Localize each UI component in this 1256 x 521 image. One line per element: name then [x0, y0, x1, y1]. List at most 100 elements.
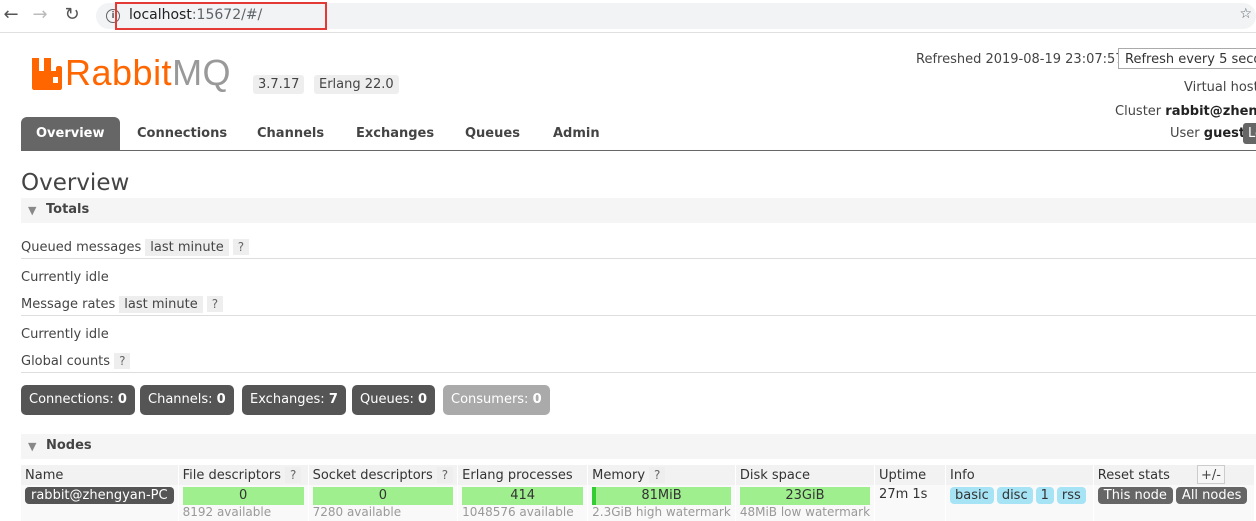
tab-admin[interactable]: Admin: [553, 117, 600, 150]
nodes-section-toggle[interactable]: ▼ Nodes: [21, 434, 1256, 459]
rates-status: Currently idle: [21, 327, 109, 342]
logo-wordmark: RabbitMQ: [65, 52, 231, 94]
count-label: Channels:: [148, 392, 213, 407]
memory-cell: 81MiB 2.3GiB high watermark: [587, 485, 736, 521]
url-highlight-box: [115, 2, 327, 30]
count-label: Queues:: [360, 392, 414, 407]
count-value: 7: [328, 392, 338, 407]
refreshed-timestamp: Refreshed 2019-08-19 23:07:57: [916, 52, 1124, 67]
col-label: File descriptors: [182, 468, 282, 483]
count-label: Consumers:: [451, 392, 529, 407]
tab-queues[interactable]: Queues: [465, 117, 520, 150]
forward-arrow-icon[interactable]: →: [29, 4, 51, 26]
file-descriptors-cell: 0 8192 available: [178, 485, 309, 521]
help-button[interactable]: ?: [436, 467, 454, 483]
columns-toggle-button[interactable]: +/-: [1197, 465, 1225, 484]
erlang-processes-bar: 414: [462, 487, 584, 505]
erlang-version-badge: Erlang 22.0: [314, 75, 399, 94]
queued-status: Currently idle: [21, 270, 109, 285]
bookmark-star-icon[interactable]: ☆: [1239, 6, 1252, 22]
info-badge-count: 1: [1035, 487, 1054, 504]
virtual-host-label: Virtual host: [1184, 80, 1256, 95]
memory-used-fill: [592, 487, 597, 505]
rates-help-button[interactable]: ?: [206, 296, 224, 312]
col-label: Socket descriptors: [312, 468, 433, 483]
node-name-link[interactable]: rabbit@zhengyan-PC: [25, 487, 174, 504]
memory-bar: 81MiB: [592, 487, 731, 505]
col-file-descriptors: File descriptors?: [178, 465, 309, 485]
back-arrow-icon[interactable]: ←: [0, 4, 22, 26]
count-value: 0: [418, 392, 428, 407]
queued-help-button[interactable]: ?: [232, 239, 250, 255]
collapse-triangle-icon: ▼: [28, 204, 37, 217]
tab-overview[interactable]: Overview: [21, 117, 120, 150]
main-tabs: Overview Connections Channels Exchanges …: [21, 117, 1256, 151]
refresh-interval-select[interactable]: Refresh every 5 seconds: [1118, 48, 1256, 69]
global-counts-help-button[interactable]: ?: [114, 353, 131, 369]
memory-value: 81MiB: [641, 488, 682, 503]
logo-mq-text: MQ: [172, 52, 232, 93]
socket-descriptors-bar: 0: [312, 487, 454, 505]
page-title: Overview: [21, 170, 130, 196]
count-value: 0: [117, 392, 127, 407]
queued-range-select[interactable]: last minute: [145, 239, 229, 256]
rates-range-select[interactable]: last minute: [119, 296, 203, 313]
help-button[interactable]: ?: [285, 467, 302, 483]
message-rates-row: Message rates last minute?: [21, 296, 224, 313]
col-erlang-processes: Erlang processes: [457, 465, 589, 485]
connections-count-button[interactable]: Connections: 0: [21, 385, 135, 415]
col-uptime: Uptime: [874, 465, 947, 485]
totals-header: Totals: [46, 202, 90, 217]
divider: [21, 258, 1256, 259]
file-descriptors-bar: 0: [182, 487, 304, 505]
col-reset-stats: Reset stats: [1093, 465, 1256, 485]
table-row: rabbit@zhengyan-PC 0 8192 available 0 7280…: [21, 485, 1256, 521]
global-counts-row: Global counts?: [21, 353, 131, 369]
consumers-count-button[interactable]: Consumers: 0: [443, 385, 550, 415]
reset-stats-cell: This node All nodes: [1093, 485, 1256, 521]
count-label: Exchanges:: [250, 392, 325, 407]
node-name-cell: rabbit@zhengyan-PC: [21, 485, 179, 521]
divider: [21, 315, 1256, 316]
reload-icon[interactable]: ↻: [61, 4, 83, 26]
queued-messages-label: Queued messages: [21, 240, 142, 255]
tab-channels[interactable]: Channels: [257, 117, 324, 150]
info-badge-rss: rss: [1056, 487, 1086, 504]
collapse-triangle-icon: ▼: [28, 440, 37, 453]
table-header-row: Name File descriptors? Socket descriptor…: [21, 465, 1256, 485]
divider: [21, 372, 1256, 373]
message-rates-label: Message rates: [21, 297, 116, 312]
count-label: Connections:: [29, 392, 114, 407]
reset-all-nodes-button[interactable]: All nodes: [1175, 487, 1248, 504]
help-button[interactable]: ?: [649, 467, 666, 483]
erlang-processes-cell: 414 1048576 available: [457, 485, 589, 521]
socket-descriptors-cell: 0 7280 available: [308, 485, 459, 521]
nodes-table: Name File descriptors? Socket descriptor…: [21, 465, 1256, 521]
nodes-header: Nodes: [46, 438, 92, 453]
info-cell: basic disc 1 rss: [945, 485, 1094, 521]
channels-count-button[interactable]: Channels: 0: [140, 385, 234, 415]
rabbitmq-version-badge: 3.7.17: [253, 75, 305, 94]
tab-exchanges[interactable]: Exchanges: [356, 117, 434, 150]
col-memory: Memory?: [587, 465, 736, 485]
info-badge-disc: disc: [996, 487, 1033, 504]
info-badge-basic: basic: [950, 487, 994, 504]
col-info: Info: [945, 465, 1094, 485]
browser-toolbar: ← → ↻ i localhost:15672/#/ ☆: [0, 0, 1256, 33]
tab-connections[interactable]: Connections: [137, 117, 227, 150]
uptime-cell: 27m 1s: [874, 485, 947, 521]
global-counts-label: Global counts: [21, 354, 111, 369]
disk-space-bar: 23GiB: [739, 487, 871, 505]
totals-section-toggle[interactable]: ▼ Totals: [21, 198, 1256, 223]
disk-space-cell: 23GiB 48MiB low watermark: [735, 485, 876, 521]
logo-rabbit-text: Rabbit: [65, 52, 173, 93]
count-value: 0: [532, 392, 542, 407]
reset-this-node-button[interactable]: This node: [1097, 487, 1173, 504]
queued-messages-row: Queued messages last minute?: [21, 239, 250, 256]
exchanges-count-button[interactable]: Exchanges: 7: [242, 385, 346, 415]
queues-count-button[interactable]: Queues: 0: [352, 385, 436, 415]
uptime-value: 27m 1s: [879, 487, 928, 502]
col-socket-descriptors: Socket descriptors?: [308, 465, 459, 485]
col-disk-space: Disk space: [735, 465, 876, 485]
rabbitmq-logo-icon: [32, 58, 62, 90]
